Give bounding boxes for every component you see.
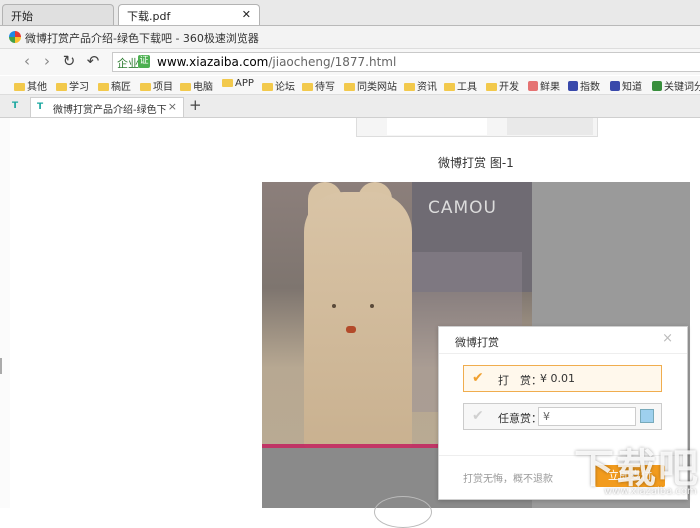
viewer-tab-start[interactable]: 开始 [2, 4, 114, 25]
bookmark-study[interactable]: 学习 [56, 78, 89, 93]
bookmark-tools[interactable]: 工具 [444, 78, 477, 93]
paw-icon [610, 81, 620, 91]
keyword-icon [652, 81, 662, 91]
viewer-tab-label: 开始 [11, 10, 33, 23]
rabbit-phone-stand [304, 192, 412, 448]
url-host: www.xiazaiba.com [157, 55, 269, 69]
window-title-bar: 微博打赏产品介绍-绿色下载吧 - 360极速浏览器 [0, 26, 700, 49]
browser-tab-label: 微博打赏产品介绍-绿色下载吧 [53, 105, 167, 116]
bookmark-forum[interactable]: 论坛 [262, 78, 295, 93]
no-refund-note: 打赏无悔，概不退款 [463, 474, 553, 485]
viewer-tab-label: 下载.pdf [127, 10, 171, 23]
xianguo-icon [528, 81, 538, 91]
bookmark-app[interactable]: APP [222, 78, 254, 89]
folder-icon [302, 83, 313, 91]
folder-icon [262, 83, 273, 91]
reward-custom-option[interactable]: ✔ 任意赏： ¥ [463, 403, 662, 430]
bookmark-similar-sites[interactable]: 同类网站 [344, 78, 397, 93]
close-icon[interactable]: × [168, 100, 177, 113]
bookmark-keywords[interactable]: 关键词分 [652, 78, 700, 93]
back-arrow-icon[interactable]: ‹ [18, 52, 36, 70]
folder-icon [56, 83, 67, 91]
option-label: 打 赏： [498, 374, 542, 387]
close-icon[interactable]: ✕ [242, 8, 251, 21]
folder-icon [98, 83, 109, 91]
bookmark-drafts[interactable]: 稿匠 [98, 78, 131, 93]
figure-caption: 微博打赏 图-1 [438, 156, 514, 170]
circle-decoration [374, 496, 432, 528]
site-favicon-icon[interactable]: T [12, 100, 24, 112]
site-watermark: 下载吧 www.xiazaiba.com [568, 436, 700, 508]
browser-tab-active[interactable]: T 微博打赏产品介绍-绿色下载吧 × [30, 97, 184, 117]
folder-icon [444, 83, 455, 91]
new-tab-icon[interactable]: + [189, 96, 202, 114]
certificate-shield-icon[interactable]: 证 [138, 55, 150, 68]
folder-icon [180, 83, 191, 91]
url-path: /jiaocheng/1877.html [268, 55, 397, 69]
option-label: 任意赏： [498, 412, 542, 425]
bookmark-zhidao[interactable]: 知道 [610, 78, 642, 93]
bookmark-towrite[interactable]: 待写 [302, 78, 335, 93]
folder-icon [344, 83, 355, 91]
paw-icon [568, 81, 578, 91]
reward-fixed-option[interactable]: ✔ 打 赏： ¥ 0.01 [463, 365, 662, 392]
browser-tab-strip: T T 微博打赏产品介绍-绿色下载吧 × + [0, 95, 700, 118]
reload-icon[interactable]: ↻ [60, 52, 78, 70]
checkmark-icon: ✔ [472, 408, 484, 424]
folder-icon [486, 83, 497, 91]
undo-icon[interactable]: ↶ [84, 52, 102, 70]
bookmark-dev[interactable]: 开发 [486, 78, 519, 93]
viewer-tab-pdf[interactable]: 下载.pdf ✕ [118, 4, 260, 25]
gutter-handle[interactable] [0, 358, 2, 374]
forward-arrow-icon[interactable]: › [38, 52, 56, 70]
bookmark-news[interactable]: 资讯 [404, 78, 437, 93]
bookmark-computer[interactable]: 电脑 [180, 78, 213, 93]
dialog-title: 微博打赏 [455, 336, 499, 349]
bookmark-other[interactable]: 其他 [14, 78, 47, 93]
shirt-text: CAMOU [428, 198, 497, 218]
folder-icon [140, 83, 151, 91]
bookmark-index[interactable]: 指数 [568, 78, 600, 93]
close-icon[interactable]: × [662, 331, 673, 346]
bookmark-projects[interactable]: 项目 [140, 78, 173, 93]
folder-icon [222, 79, 233, 87]
enterprise-badge: 企业 [117, 57, 139, 70]
rabbit-nose [346, 326, 356, 333]
top-image-fragment [356, 118, 598, 137]
checkmark-icon: ✔ [472, 370, 484, 386]
bookmarks-bar: 其他 学习 稿匠 项目 电脑 APP 论坛 待写 同类网站 资讯 工具 开发 鲜… [0, 76, 700, 95]
site-favicon-icon: T [37, 102, 44, 112]
folder-icon [14, 83, 25, 91]
calculator-icon[interactable] [640, 409, 654, 423]
url-text[interactable]: www.xiazaiba.com/jiaocheng/1877.html [157, 55, 396, 69]
folder-icon [404, 83, 415, 91]
option-amount: ¥ 0.01 [540, 372, 575, 385]
navigation-bar: ‹ › ↻ ↶ 企业 证 www.xiazaiba.com/jiaocheng/… [0, 49, 700, 75]
viewer-tab-bar: 开始 下载.pdf ✕ [0, 0, 700, 26]
watermark-url: www.xiazaiba.com [604, 486, 697, 497]
address-bar[interactable]: 企业 证 www.xiazaiba.com/jiaocheng/1877.htm… [112, 52, 700, 72]
custom-amount-input[interactable]: ¥ [538, 407, 636, 426]
bookmark-xianguo[interactable]: 鲜果 [528, 78, 560, 93]
browser-logo-icon [9, 31, 21, 43]
window-title: 微博打赏产品介绍-绿色下载吧 - 360极速浏览器 [25, 32, 259, 45]
